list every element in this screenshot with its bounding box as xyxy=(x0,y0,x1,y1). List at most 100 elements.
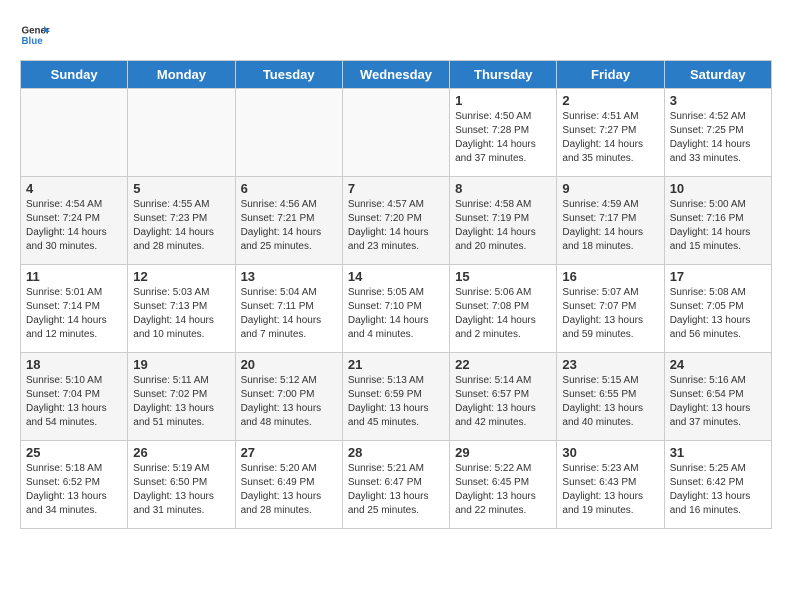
page-header: General Blue xyxy=(20,20,772,50)
cell-content: Sunrise: 5:18 AM Sunset: 6:52 PM Dayligh… xyxy=(26,462,122,518)
day-number: 7 xyxy=(348,181,444,196)
cell-content: Sunrise: 5:19 AM Sunset: 6:50 PM Dayligh… xyxy=(133,462,229,518)
calendar-cell: 8 Sunrise: 4:58 AM Sunset: 7:19 PM Dayli… xyxy=(450,177,557,265)
day-number: 20 xyxy=(241,357,337,372)
day-number: 24 xyxy=(670,357,766,372)
cell-content: Sunrise: 5:12 AM Sunset: 7:00 PM Dayligh… xyxy=(241,374,337,430)
calendar-cell: 26 Sunrise: 5:19 AM Sunset: 6:50 PM Dayl… xyxy=(128,441,235,529)
calendar-cell: 2 Sunrise: 4:51 AM Sunset: 7:27 PM Dayli… xyxy=(557,89,664,177)
day-number: 2 xyxy=(562,93,658,108)
calendar-cell: 11 Sunrise: 5:01 AM Sunset: 7:14 PM Dayl… xyxy=(21,265,128,353)
day-number: 4 xyxy=(26,181,122,196)
cell-content: Sunrise: 4:56 AM Sunset: 7:21 PM Dayligh… xyxy=(241,198,337,254)
calendar-cell: 13 Sunrise: 5:04 AM Sunset: 7:11 PM Dayl… xyxy=(235,265,342,353)
calendar-cell: 22 Sunrise: 5:14 AM Sunset: 6:57 PM Dayl… xyxy=(450,353,557,441)
calendar-cell: 12 Sunrise: 5:03 AM Sunset: 7:13 PM Dayl… xyxy=(128,265,235,353)
day-number: 13 xyxy=(241,269,337,284)
cell-content: Sunrise: 5:06 AM Sunset: 7:08 PM Dayligh… xyxy=(455,286,551,342)
calendar-cell: 6 Sunrise: 4:56 AM Sunset: 7:21 PM Dayli… xyxy=(235,177,342,265)
calendar-cell: 4 Sunrise: 4:54 AM Sunset: 7:24 PM Dayli… xyxy=(21,177,128,265)
day-number: 9 xyxy=(562,181,658,196)
weekday-header-saturday: Saturday xyxy=(664,61,771,89)
day-number: 15 xyxy=(455,269,551,284)
cell-content: Sunrise: 5:10 AM Sunset: 7:04 PM Dayligh… xyxy=(26,374,122,430)
cell-content: Sunrise: 4:54 AM Sunset: 7:24 PM Dayligh… xyxy=(26,198,122,254)
calendar-cell: 31 Sunrise: 5:25 AM Sunset: 6:42 PM Dayl… xyxy=(664,441,771,529)
day-number: 31 xyxy=(670,445,766,460)
cell-content: Sunrise: 4:52 AM Sunset: 7:25 PM Dayligh… xyxy=(670,110,766,166)
cell-content: Sunrise: 5:11 AM Sunset: 7:02 PM Dayligh… xyxy=(133,374,229,430)
day-number: 1 xyxy=(455,93,551,108)
calendar-table: SundayMondayTuesdayWednesdayThursdayFrid… xyxy=(20,60,772,529)
day-number: 21 xyxy=(348,357,444,372)
logo: General Blue xyxy=(20,20,50,50)
calendar-cell: 14 Sunrise: 5:05 AM Sunset: 7:10 PM Dayl… xyxy=(342,265,449,353)
calendar-cell: 10 Sunrise: 5:00 AM Sunset: 7:16 PM Dayl… xyxy=(664,177,771,265)
calendar-cell: 19 Sunrise: 5:11 AM Sunset: 7:02 PM Dayl… xyxy=(128,353,235,441)
cell-content: Sunrise: 4:51 AM Sunset: 7:27 PM Dayligh… xyxy=(562,110,658,166)
day-number: 26 xyxy=(133,445,229,460)
cell-content: Sunrise: 5:08 AM Sunset: 7:05 PM Dayligh… xyxy=(670,286,766,342)
cell-content: Sunrise: 4:57 AM Sunset: 7:20 PM Dayligh… xyxy=(348,198,444,254)
cell-content: Sunrise: 5:16 AM Sunset: 6:54 PM Dayligh… xyxy=(670,374,766,430)
cell-content: Sunrise: 5:04 AM Sunset: 7:11 PM Dayligh… xyxy=(241,286,337,342)
calendar-cell: 18 Sunrise: 5:10 AM Sunset: 7:04 PM Dayl… xyxy=(21,353,128,441)
calendar-week-3: 11 Sunrise: 5:01 AM Sunset: 7:14 PM Dayl… xyxy=(21,265,772,353)
day-number: 25 xyxy=(26,445,122,460)
cell-content: Sunrise: 4:59 AM Sunset: 7:17 PM Dayligh… xyxy=(562,198,658,254)
calendar-week-2: 4 Sunrise: 4:54 AM Sunset: 7:24 PM Dayli… xyxy=(21,177,772,265)
calendar-week-5: 25 Sunrise: 5:18 AM Sunset: 6:52 PM Dayl… xyxy=(21,441,772,529)
weekday-header-wednesday: Wednesday xyxy=(342,61,449,89)
calendar-cell: 25 Sunrise: 5:18 AM Sunset: 6:52 PM Dayl… xyxy=(21,441,128,529)
day-number: 19 xyxy=(133,357,229,372)
cell-content: Sunrise: 5:23 AM Sunset: 6:43 PM Dayligh… xyxy=(562,462,658,518)
cell-content: Sunrise: 5:05 AM Sunset: 7:10 PM Dayligh… xyxy=(348,286,444,342)
day-number: 8 xyxy=(455,181,551,196)
day-number: 27 xyxy=(241,445,337,460)
cell-content: Sunrise: 5:14 AM Sunset: 6:57 PM Dayligh… xyxy=(455,374,551,430)
day-number: 23 xyxy=(562,357,658,372)
calendar-cell: 29 Sunrise: 5:22 AM Sunset: 6:45 PM Dayl… xyxy=(450,441,557,529)
weekday-header-row: SundayMondayTuesdayWednesdayThursdayFrid… xyxy=(21,61,772,89)
day-number: 12 xyxy=(133,269,229,284)
day-number: 11 xyxy=(26,269,122,284)
calendar-cell: 5 Sunrise: 4:55 AM Sunset: 7:23 PM Dayli… xyxy=(128,177,235,265)
weekday-header-monday: Monday xyxy=(128,61,235,89)
weekday-header-sunday: Sunday xyxy=(21,61,128,89)
cell-content: Sunrise: 5:21 AM Sunset: 6:47 PM Dayligh… xyxy=(348,462,444,518)
calendar-cell: 16 Sunrise: 5:07 AM Sunset: 7:07 PM Dayl… xyxy=(557,265,664,353)
day-number: 16 xyxy=(562,269,658,284)
calendar-cell: 15 Sunrise: 5:06 AM Sunset: 7:08 PM Dayl… xyxy=(450,265,557,353)
weekday-header-thursday: Thursday xyxy=(450,61,557,89)
cell-content: Sunrise: 5:03 AM Sunset: 7:13 PM Dayligh… xyxy=(133,286,229,342)
day-number: 22 xyxy=(455,357,551,372)
calendar-cell: 3 Sunrise: 4:52 AM Sunset: 7:25 PM Dayli… xyxy=(664,89,771,177)
calendar-cell xyxy=(235,89,342,177)
weekday-header-friday: Friday xyxy=(557,61,664,89)
cell-content: Sunrise: 4:55 AM Sunset: 7:23 PM Dayligh… xyxy=(133,198,229,254)
weekday-header-tuesday: Tuesday xyxy=(235,61,342,89)
cell-content: Sunrise: 5:20 AM Sunset: 6:49 PM Dayligh… xyxy=(241,462,337,518)
cell-content: Sunrise: 5:13 AM Sunset: 6:59 PM Dayligh… xyxy=(348,374,444,430)
calendar-week-4: 18 Sunrise: 5:10 AM Sunset: 7:04 PM Dayl… xyxy=(21,353,772,441)
calendar-cell: 21 Sunrise: 5:13 AM Sunset: 6:59 PM Dayl… xyxy=(342,353,449,441)
cell-content: Sunrise: 5:15 AM Sunset: 6:55 PM Dayligh… xyxy=(562,374,658,430)
cell-content: Sunrise: 4:50 AM Sunset: 7:28 PM Dayligh… xyxy=(455,110,551,166)
calendar-cell xyxy=(342,89,449,177)
calendar-cell: 20 Sunrise: 5:12 AM Sunset: 7:00 PM Dayl… xyxy=(235,353,342,441)
day-number: 29 xyxy=(455,445,551,460)
day-number: 30 xyxy=(562,445,658,460)
calendar-cell: 9 Sunrise: 4:59 AM Sunset: 7:17 PM Dayli… xyxy=(557,177,664,265)
logo-icon: General Blue xyxy=(20,20,50,50)
calendar-cell: 17 Sunrise: 5:08 AM Sunset: 7:05 PM Dayl… xyxy=(664,265,771,353)
calendar-cell: 28 Sunrise: 5:21 AM Sunset: 6:47 PM Dayl… xyxy=(342,441,449,529)
calendar-cell: 23 Sunrise: 5:15 AM Sunset: 6:55 PM Dayl… xyxy=(557,353,664,441)
day-number: 10 xyxy=(670,181,766,196)
calendar-cell: 1 Sunrise: 4:50 AM Sunset: 7:28 PM Dayli… xyxy=(450,89,557,177)
day-number: 28 xyxy=(348,445,444,460)
cell-content: Sunrise: 5:25 AM Sunset: 6:42 PM Dayligh… xyxy=(670,462,766,518)
day-number: 14 xyxy=(348,269,444,284)
calendar-week-1: 1 Sunrise: 4:50 AM Sunset: 7:28 PM Dayli… xyxy=(21,89,772,177)
cell-content: Sunrise: 5:01 AM Sunset: 7:14 PM Dayligh… xyxy=(26,286,122,342)
calendar-cell: 27 Sunrise: 5:20 AM Sunset: 6:49 PM Dayl… xyxy=(235,441,342,529)
